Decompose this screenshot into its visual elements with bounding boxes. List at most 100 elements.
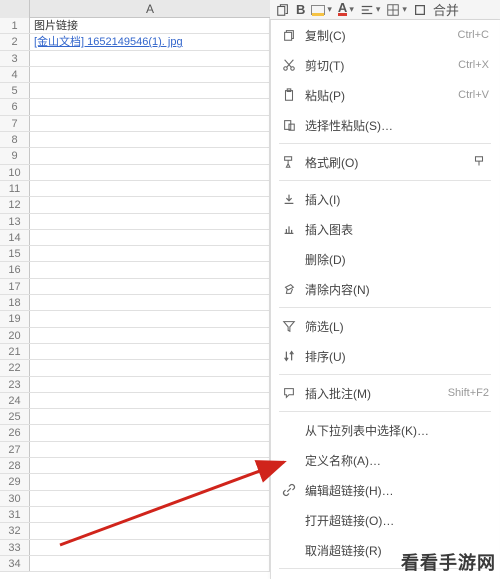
row-header[interactable]: 28 (0, 458, 30, 473)
row-header[interactable]: 18 (0, 295, 30, 310)
cell[interactable] (30, 132, 270, 147)
cell[interactable] (30, 409, 270, 424)
row-header[interactable]: 3 (0, 51, 30, 66)
row-header[interactable]: 10 (0, 165, 30, 180)
row-header[interactable]: 1 (0, 18, 30, 33)
menu-cut[interactable]: 剪切(T) Ctrl+X (271, 50, 499, 80)
cell[interactable] (30, 262, 270, 277)
cell[interactable] (30, 214, 270, 229)
row-header[interactable]: 13 (0, 214, 30, 229)
cell[interactable] (30, 51, 270, 66)
cell[interactable] (30, 197, 270, 212)
copy-format-icon[interactable] (276, 3, 290, 17)
cell[interactable] (30, 99, 270, 114)
row-header[interactable]: 23 (0, 377, 30, 392)
row-header[interactable]: 4 (0, 67, 30, 82)
row-header[interactable]: 6 (0, 99, 30, 114)
row-header[interactable]: 19 (0, 311, 30, 326)
row-header[interactable]: 20 (0, 328, 30, 343)
menu-define-name[interactable]: 定义名称(A)… (271, 445, 499, 475)
row-header[interactable]: 5 (0, 83, 30, 98)
font-color-button[interactable]: A▾ (338, 3, 354, 16)
cell[interactable] (30, 295, 270, 310)
row-header[interactable]: 31 (0, 507, 30, 522)
row-header[interactable]: 25 (0, 409, 30, 424)
format-painter-ext-icon (469, 155, 489, 169)
cell[interactable] (30, 344, 270, 359)
cell[interactable] (30, 67, 270, 82)
row-header[interactable]: 7 (0, 116, 30, 131)
cell[interactable] (30, 393, 270, 408)
menu-insert[interactable]: 插入(I) (271, 184, 499, 214)
cell[interactable] (30, 425, 270, 440)
table-row: 28 (0, 458, 270, 474)
cell[interactable] (30, 377, 270, 392)
table-row: 13 (0, 214, 270, 230)
row-header[interactable]: 14 (0, 230, 30, 245)
align-button[interactable]: ▾ (360, 3, 381, 17)
cell[interactable] (30, 181, 270, 196)
row-header[interactable]: 8 (0, 132, 30, 147)
row-header[interactable]: 24 (0, 393, 30, 408)
row-header[interactable]: 26 (0, 425, 30, 440)
cell[interactable] (30, 165, 270, 180)
cell[interactable] (30, 328, 270, 343)
cell[interactable] (30, 458, 270, 473)
cell[interactable] (30, 474, 270, 489)
cell[interactable]: 图片链接 (30, 18, 270, 33)
row-header[interactable]: 9 (0, 148, 30, 163)
row-header[interactable]: 15 (0, 246, 30, 261)
menu-separator (279, 180, 491, 181)
watermark: 看看手游网 (401, 549, 496, 575)
cell[interactable] (30, 83, 270, 98)
cell[interactable] (30, 556, 270, 571)
menu-insert-chart[interactable]: 插入图表 (271, 214, 499, 244)
cell[interactable] (30, 442, 270, 457)
cell[interactable] (30, 507, 270, 522)
cell[interactable]: [金山文档] 1652149546(1). jpg (30, 34, 270, 49)
row-header[interactable]: 17 (0, 279, 30, 294)
menu-filter[interactable]: 筛选(L) (271, 311, 499, 341)
cell[interactable] (30, 523, 270, 538)
select-all-corner[interactable] (0, 0, 30, 18)
menu-dropdown-select[interactable]: 从下拉列表中选择(K)… (271, 415, 499, 445)
row-header[interactable]: 29 (0, 474, 30, 489)
row-header[interactable]: 32 (0, 523, 30, 538)
row-header[interactable]: 11 (0, 181, 30, 196)
menu-sort[interactable]: 排序(U) (271, 341, 499, 371)
border-button[interactable]: ▾ (386, 3, 407, 17)
row-header[interactable]: 33 (0, 540, 30, 555)
cell[interactable] (30, 491, 270, 506)
row-header[interactable]: 21 (0, 344, 30, 359)
menu-clear[interactable]: 清除内容(N) (271, 274, 499, 304)
cell[interactable] (30, 540, 270, 555)
menu-delete[interactable]: 删除(D) (271, 244, 499, 274)
cell[interactable] (30, 311, 270, 326)
menu-open-hyperlink[interactable]: 打开超链接(O)… (271, 505, 499, 535)
row-header[interactable]: 2 (0, 34, 30, 49)
menu-paste[interactable]: 粘贴(P) Ctrl+V (271, 80, 499, 110)
menu-copy[interactable]: 复制(C) Ctrl+C (271, 20, 499, 50)
bold-button[interactable]: B (296, 2, 305, 17)
cell[interactable] (30, 230, 270, 245)
row-header[interactable]: 34 (0, 556, 30, 571)
column-header-a[interactable]: A (30, 0, 270, 17)
row-header[interactable]: 30 (0, 491, 30, 506)
cell[interactable] (30, 116, 270, 131)
merge-cells-button[interactable] (413, 3, 427, 17)
row-header[interactable]: 12 (0, 197, 30, 212)
fill-color-button[interactable]: ▾ (311, 4, 332, 15)
cell[interactable] (30, 279, 270, 294)
cell[interactable] (30, 148, 270, 163)
cell[interactable] (30, 246, 270, 261)
menu-paste-special[interactable]: 选择性粘贴(S)… (271, 110, 499, 140)
row-header[interactable]: 22 (0, 360, 30, 375)
row-header[interactable]: 16 (0, 262, 30, 277)
cell[interactable] (30, 360, 270, 375)
comment-icon (279, 386, 299, 400)
table-row: 20 (0, 328, 270, 344)
menu-insert-comment[interactable]: 插入批注(M) Shift+F2 (271, 378, 499, 408)
menu-format-painter[interactable]: 格式刷(O) (271, 147, 499, 177)
menu-edit-hyperlink[interactable]: 编辑超链接(H)… (271, 475, 499, 505)
row-header[interactable]: 27 (0, 442, 30, 457)
